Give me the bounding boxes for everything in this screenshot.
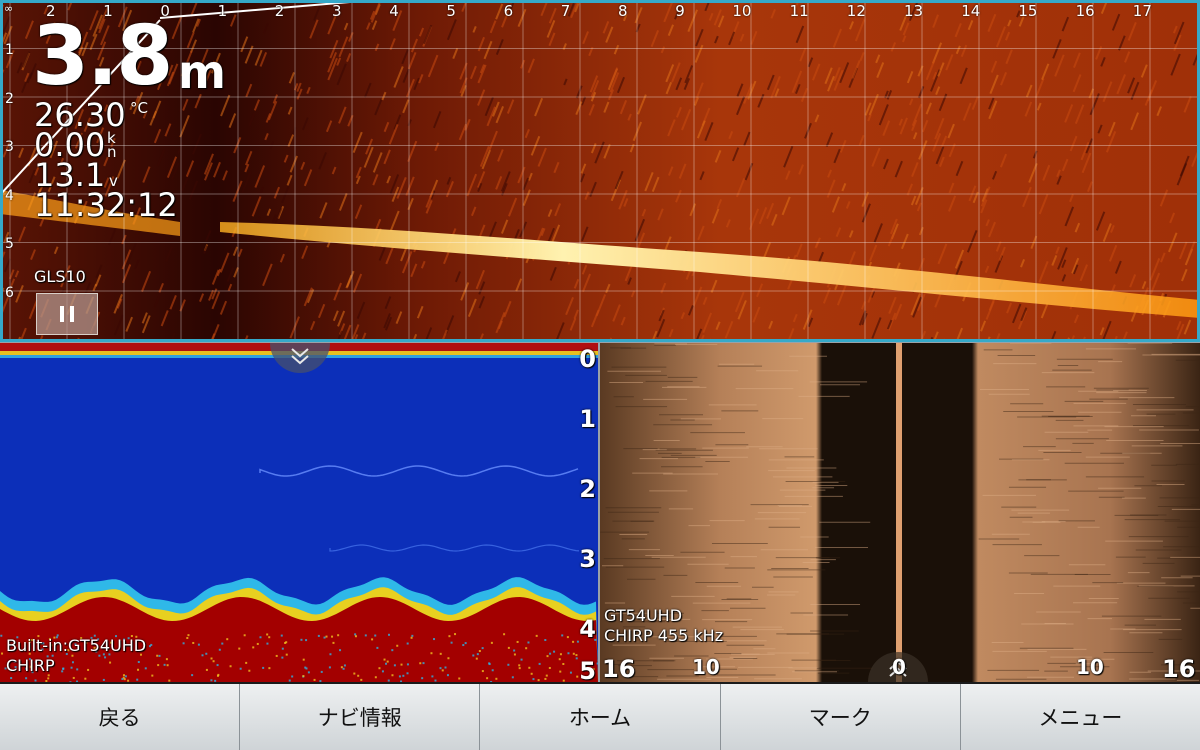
livescope-pane[interactable]: ∞ 2 1 0 1 2 3 4 5 6 7 8 9 10 11 12 13 14 15 16 17 123456 3.8… bbox=[0, 0, 1200, 342]
sidevu-range-tick: 10 bbox=[692, 655, 720, 679]
range-tick-label: 11 bbox=[789, 2, 809, 20]
range-tick-label: 8 bbox=[618, 2, 628, 20]
depth-tick-label: 3 bbox=[5, 139, 14, 155]
sonar-source-label: Built-in:GT54UHD bbox=[6, 636, 147, 655]
mark-button[interactable]: マーク bbox=[720, 684, 961, 750]
pause-icon-bar bbox=[70, 306, 74, 322]
sidevu-range-tick: 10 bbox=[1076, 655, 1104, 679]
sonar-depth-tick: 0 bbox=[579, 345, 596, 373]
range-tick-label: 13 bbox=[904, 2, 924, 20]
sonar-depth-tick: 1 bbox=[579, 405, 596, 433]
range-tick-label: 7 bbox=[560, 2, 571, 20]
back-button[interactable]: 戻る bbox=[0, 684, 241, 750]
menu-button[interactable]: メニュー bbox=[960, 684, 1200, 750]
speed-unit-bottom: n bbox=[107, 143, 117, 161]
sidevu-range-tick: 0 bbox=[892, 655, 906, 679]
pause-icon bbox=[60, 306, 64, 322]
depth-tick-label: 5 bbox=[5, 236, 14, 252]
range-tick-label: 3 bbox=[332, 2, 342, 20]
sonar-depth-tick: 5 bbox=[579, 657, 596, 682]
sidevu-frequency-label: CHIRP 455 kHz bbox=[604, 626, 724, 645]
traditional-sonar-pane[interactable]: 0 1 2 3 4 5 Built-in:GT54UHD CHIRP bbox=[0, 343, 598, 682]
depth-tick-label: 2 bbox=[5, 90, 14, 107]
sidevu-pane[interactable]: GT54UHD CHIRP 455 kHz 16 10 0 10 16 bbox=[600, 343, 1200, 682]
pause-button[interactable] bbox=[36, 293, 98, 335]
sidevu-range-tick: 16 bbox=[1162, 655, 1196, 682]
depth-readout: 3.8 bbox=[32, 9, 173, 104]
sidevu-transducer-label: GT54UHD bbox=[604, 606, 683, 625]
range-tick-label: ∞ bbox=[4, 2, 14, 15]
clock-time: 11:32:12 bbox=[34, 186, 178, 224]
range-tick-label: 5 bbox=[446, 2, 456, 20]
temperature-unit: °C bbox=[130, 99, 148, 117]
sonar-history-image bbox=[0, 343, 598, 682]
sidevu-range-tick: 16 bbox=[602, 655, 636, 682]
range-tick-label: 6 bbox=[503, 2, 514, 20]
range-tick-label: 1 bbox=[217, 2, 228, 20]
range-tick-label: 4 bbox=[389, 2, 399, 20]
sonar-depth-tick: 4 bbox=[579, 615, 596, 643]
sonar-depth-tick: 2 bbox=[579, 475, 596, 503]
depth-tick-label: 1 bbox=[5, 42, 14, 58]
range-tick-label: 15 bbox=[1018, 2, 1038, 20]
range-tick-label: 14 bbox=[961, 2, 981, 20]
range-tick-label: 17 bbox=[1132, 2, 1152, 20]
depth-unit: m bbox=[178, 45, 226, 99]
softkey-bar: 戻る ナビ情報 ホーム マーク メニュー bbox=[0, 684, 1200, 750]
home-button[interactable]: ホーム bbox=[480, 684, 721, 750]
range-tick-label: 16 bbox=[1075, 2, 1095, 20]
nav-info-button[interactable]: ナビ情報 bbox=[240, 684, 481, 750]
transducer-label: GLS10 bbox=[34, 267, 86, 286]
chevron-double-down-icon[interactable] bbox=[270, 343, 330, 375]
sonar-mode-label: CHIRP bbox=[6, 656, 55, 675]
range-tick-label: 9 bbox=[675, 2, 685, 20]
sonar-depth-tick: 3 bbox=[579, 545, 596, 573]
range-tick-label: 10 bbox=[732, 2, 752, 20]
depth-tick-label: 4 bbox=[5, 187, 14, 204]
range-tick-label: 12 bbox=[846, 2, 866, 20]
depth-tick-label: 6 bbox=[5, 284, 14, 301]
range-tick-label: 2 bbox=[274, 2, 285, 20]
